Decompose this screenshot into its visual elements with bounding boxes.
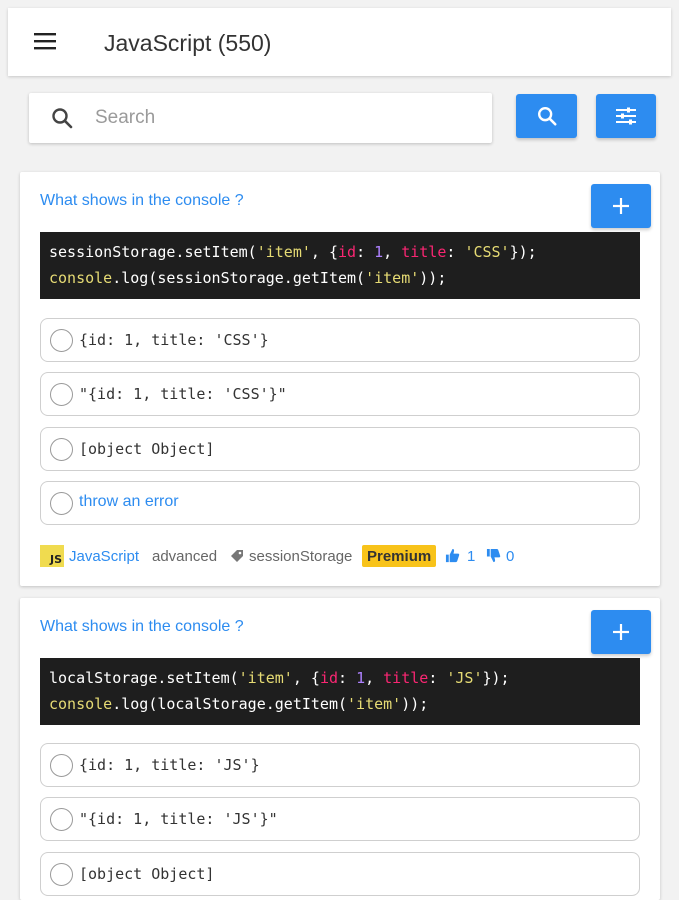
code-block: localStorage.setItem('item', {id: 1, tit… [40, 658, 640, 725]
sliders-icon [616, 107, 636, 125]
radio-button[interactable] [50, 329, 73, 352]
option-label: [object Object] [79, 865, 215, 883]
level-label: advanced [152, 548, 218, 565]
code-line: localStorage.setItem('item', {id: 1, tit… [49, 669, 510, 687]
question-card: What shows in the console ? localStorage… [20, 598, 660, 900]
plus-icon [613, 624, 629, 640]
option-label: {id: 1, title: 'JS'} [79, 756, 260, 774]
answer-option[interactable]: [object Object] [40, 852, 640, 896]
thumbs-down-icon[interactable] [486, 548, 501, 563]
option-label: "{id: 1, title: 'CSS'}" [79, 385, 287, 403]
search-icon [52, 108, 73, 129]
thumbs-up-icon[interactable] [445, 548, 460, 563]
dislikes-count: 0 [506, 548, 515, 565]
premium-badge: Premium [362, 545, 437, 567]
question-meta: JS JavaScript advanced sessionStorage Pr… [40, 544, 640, 568]
page-title: JavaScript (550) [104, 30, 272, 56]
answer-option[interactable]: "{id: 1, title: 'JS'}" [40, 797, 640, 841]
question-card: What shows in the console ? sessionStora… [20, 172, 660, 586]
radio-button[interactable] [50, 863, 73, 886]
add-button[interactable] [591, 610, 651, 654]
answer-option[interactable]: {id: 1, title: 'CSS'} [40, 318, 640, 362]
radio-button[interactable] [50, 492, 73, 515]
plus-icon [613, 198, 629, 214]
radio-button[interactable] [50, 383, 73, 406]
answer-option[interactable]: "{id: 1, title: 'CSS'}" [40, 372, 640, 416]
option-label: throw an error [79, 493, 179, 510]
option-label: "{id: 1, title: 'JS'}" [79, 810, 278, 828]
question-title[interactable]: What shows in the console ? [40, 618, 244, 636]
search-input[interactable] [95, 101, 475, 135]
radio-button[interactable] [50, 808, 73, 831]
tag-icon [231, 550, 243, 562]
answer-option[interactable]: [object Object] [40, 427, 640, 471]
radio-button[interactable] [50, 438, 73, 461]
tag-label[interactable]: sessionStorage [249, 548, 352, 565]
search-icon [537, 107, 557, 126]
option-label: {id: 1, title: 'CSS'} [79, 331, 269, 349]
add-button[interactable] [591, 184, 651, 228]
radio-button[interactable] [50, 754, 73, 777]
answer-option[interactable]: throw an error [40, 481, 640, 525]
search-box [29, 93, 492, 143]
app-header: JavaScript (550) [8, 8, 671, 76]
code-line: sessionStorage.setItem('item', {id: 1, t… [49, 243, 537, 261]
js-logo-icon: JS [40, 545, 64, 567]
answer-option[interactable]: {id: 1, title: 'JS'} [40, 743, 640, 787]
code-block: sessionStorage.setItem('item', {id: 1, t… [40, 232, 640, 299]
hamburger-icon[interactable] [34, 31, 58, 51]
search-button[interactable] [516, 94, 577, 138]
option-label: [object Object] [79, 440, 215, 458]
code-line: console.log(localStorage.getItem('item')… [49, 695, 429, 713]
likes-count: 1 [467, 548, 476, 565]
question-title[interactable]: What shows in the console ? [40, 192, 244, 210]
language-link[interactable]: JavaScript [69, 548, 139, 565]
filter-button[interactable] [596, 94, 656, 138]
code-line: console.log(sessionStorage.getItem('item… [49, 269, 447, 287]
